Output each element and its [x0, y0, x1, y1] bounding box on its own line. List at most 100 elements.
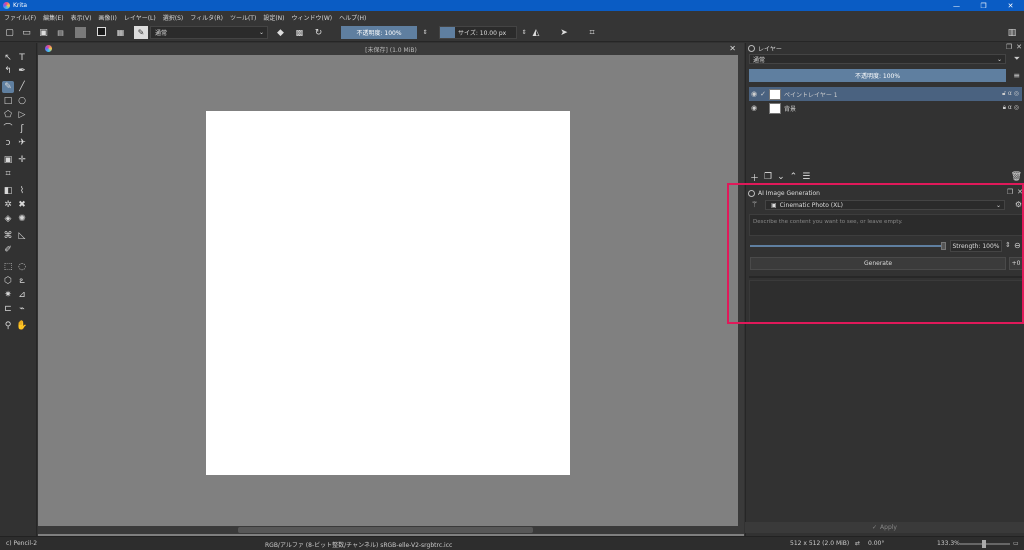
gradient-tool-icon[interactable]: ◧	[2, 185, 14, 197]
generation-history-area[interactable]	[749, 280, 1023, 324]
layer-row[interactable]: ◉ 背景 🔒︎ α ◎	[749, 101, 1022, 115]
menu-edit[interactable]: 編集(E)	[43, 13, 63, 22]
bezier-tool-icon[interactable]: ⌒	[2, 123, 14, 135]
generate-button[interactable]: Generate	[750, 257, 1006, 270]
pattern-icon[interactable]: ▦	[115, 26, 126, 39]
close-window-button[interactable]: ✕	[997, 0, 1024, 11]
model-style-select[interactable]: ▣ Cinematic Photo (XL) ⌄	[765, 200, 1005, 210]
fill-tool-icon[interactable]: ◈	[2, 213, 14, 225]
queue-count-button[interactable]: +0	[1009, 257, 1023, 270]
freehand-path-icon[interactable]: ʃ	[16, 123, 28, 135]
rectangle-tool-icon[interactable]: □	[2, 95, 14, 107]
close-document-icon[interactable]: ✕	[729, 44, 736, 53]
multibrush-icon[interactable]: ✈	[16, 137, 28, 149]
mirror-horizontal-icon[interactable]: ◭	[530, 26, 542, 39]
polygon-select-icon[interactable]: ⬡	[2, 275, 14, 287]
polygon-tool-icon[interactable]: ⬠	[2, 109, 14, 121]
menu-icon[interactable]: ≡	[1013, 71, 1020, 80]
workspace-chooser-icon[interactable]: ▥	[1006, 26, 1018, 39]
maximize-button[interactable]: ❐	[970, 0, 997, 11]
zoom-tool-icon[interactable]: ⚲	[2, 320, 14, 332]
mask-icon[interactable]: ⊖	[1014, 241, 1021, 250]
ellipse-select-icon[interactable]: ◌	[16, 261, 28, 273]
color-picker-icon[interactable]: ⌇	[16, 185, 28, 197]
checkmark-icon[interactable]: ✓	[759, 90, 767, 98]
horizontal-scrollbar[interactable]	[38, 526, 744, 534]
close-panel-icon[interactable]: ✕	[1017, 188, 1023, 196]
alpha-lock-icon[interactable]: ▩	[294, 26, 305, 39]
select-shapes-icon[interactable]: ↖	[2, 52, 14, 64]
wrap-around-icon[interactable]: ➤	[558, 26, 570, 39]
layer-opacity-slider[interactable]: 不透明度: 100%	[749, 69, 1006, 82]
freehand-select-icon[interactable]: ఽ	[16, 275, 28, 287]
measure-tool-icon[interactable]: ◺	[16, 230, 28, 242]
strength-spinbox[interactable]: Strength: 100%	[950, 240, 1002, 252]
menu-window[interactable]: ウィンドウ(W)	[292, 13, 333, 22]
colorize-mask-icon[interactable]: ✲	[2, 199, 14, 211]
menu-settings[interactable]: 設定(N)	[263, 13, 284, 22]
gradient-icon[interactable]: ▤	[55, 26, 66, 39]
calligraphy-icon[interactable]: ✒	[16, 65, 28, 77]
assistant-tool-icon[interactable]: ⌘	[2, 230, 14, 242]
menu-filter[interactable]: フィルタ(R)	[190, 13, 223, 22]
opacity-slider[interactable]: 不透明度: 100%	[341, 26, 417, 39]
current-brush-label[interactable]: c) Pencil-2	[6, 540, 37, 547]
layer-properties-icon[interactable]: ☰	[802, 172, 810, 182]
ellipse-tool-icon[interactable]: ○	[16, 95, 28, 107]
dynamic-brush-icon[interactable]: ↄ	[2, 137, 14, 149]
polyline-tool-icon[interactable]: ▷	[16, 109, 28, 121]
minimize-button[interactable]: —	[943, 0, 970, 11]
visibility-eye-icon[interactable]: ◉	[749, 104, 759, 112]
document-tab[interactable]: [未保存] (1.0 MiB) ✕	[38, 43, 744, 55]
transform-tool-icon[interactable]: ▣	[2, 154, 14, 166]
apply-button[interactable]: ✓ Apply	[745, 522, 1024, 533]
menu-help[interactable]: ヘルプ(H)	[339, 13, 366, 22]
layer-lock-icon[interactable]: 🔓︎ α ◎	[1002, 90, 1019, 98]
edit-shapes-icon[interactable]: ↰	[2, 65, 14, 77]
move-tool-icon[interactable]: ✛	[16, 154, 28, 166]
duplicate-layer-icon[interactable]: ❐	[764, 172, 772, 182]
pan-tool-icon[interactable]: ✋	[16, 320, 28, 332]
opacity-spinner-icon[interactable]: ⇕	[420, 26, 430, 39]
prompt-input[interactable]: Describe the content you want to see, or…	[749, 214, 1023, 236]
strength-spinner-icon[interactable]: ⇕	[1005, 241, 1011, 249]
rect-select-icon[interactable]: ⬚	[2, 261, 14, 273]
settings-gear-icon[interactable]: ⚙	[1015, 200, 1022, 209]
smart-patch-icon[interactable]: ✖	[16, 199, 28, 211]
reference-images-icon[interactable]: ✐	[2, 244, 14, 256]
add-layer-icon[interactable]: ＋	[750, 171, 759, 184]
similar-select-icon[interactable]: ⊿	[16, 289, 28, 301]
crop-tool-icon[interactable]: ⌗	[2, 168, 14, 180]
layer-blend-mode-select[interactable]: 通常 ⌄	[749, 54, 1006, 64]
vertical-scrollbar[interactable]	[738, 55, 744, 526]
float-panel-icon[interactable]: ❐	[1006, 43, 1012, 51]
reload-preset-icon[interactable]: ↻	[313, 26, 324, 39]
strength-slider-handle[interactable]	[941, 242, 946, 250]
freehand-brush-icon[interactable]: ✎	[2, 81, 14, 93]
foreground-color-swatch[interactable]	[97, 27, 106, 36]
enclose-fill-icon[interactable]: ✺	[16, 213, 28, 225]
blend-mode-select[interactable]: 通常 ⌄	[150, 26, 268, 39]
text-tool-icon[interactable]: T	[16, 52, 28, 64]
magic-wand-icon[interactable]: ⚚	[751, 200, 758, 209]
horizontal-scroll-thumb[interactable]	[238, 527, 533, 533]
menu-select[interactable]: 選択(S)	[163, 13, 184, 22]
rotation-icon[interactable]: ⇄	[855, 540, 860, 547]
menu-file[interactable]: ファイル(F)	[4, 13, 36, 22]
close-panel-icon[interactable]: ✕	[1016, 43, 1022, 51]
size-slider[interactable]: サイズ: 10.00 px	[439, 26, 517, 39]
size-spinner-icon[interactable]: ⇕	[519, 26, 529, 39]
eraser-icon[interactable]: ◆	[275, 26, 286, 39]
move-layer-up-icon[interactable]: ⌃	[790, 172, 798, 182]
strength-slider[interactable]	[750, 245, 943, 247]
delete-layer-icon[interactable]: 🗑︎	[1011, 172, 1022, 182]
crop-icon[interactable]: ⌗	[586, 26, 598, 39]
move-layer-down-icon[interactable]: ⌄	[777, 172, 785, 182]
new-document-icon[interactable]: ▢	[4, 26, 15, 39]
layer-row[interactable]: ◉ ✓ ペイントレイヤー 1 🔓︎ α ◎	[749, 87, 1022, 101]
save-icon[interactable]: ▣	[38, 26, 49, 39]
layer-lock-icon[interactable]: 🔒︎ α ◎	[1003, 104, 1019, 112]
menu-tools[interactable]: ツール(T)	[230, 13, 256, 22]
bezier-select-icon[interactable]: ⊏	[2, 303, 14, 315]
zoom-slider[interactable]	[960, 540, 1010, 548]
